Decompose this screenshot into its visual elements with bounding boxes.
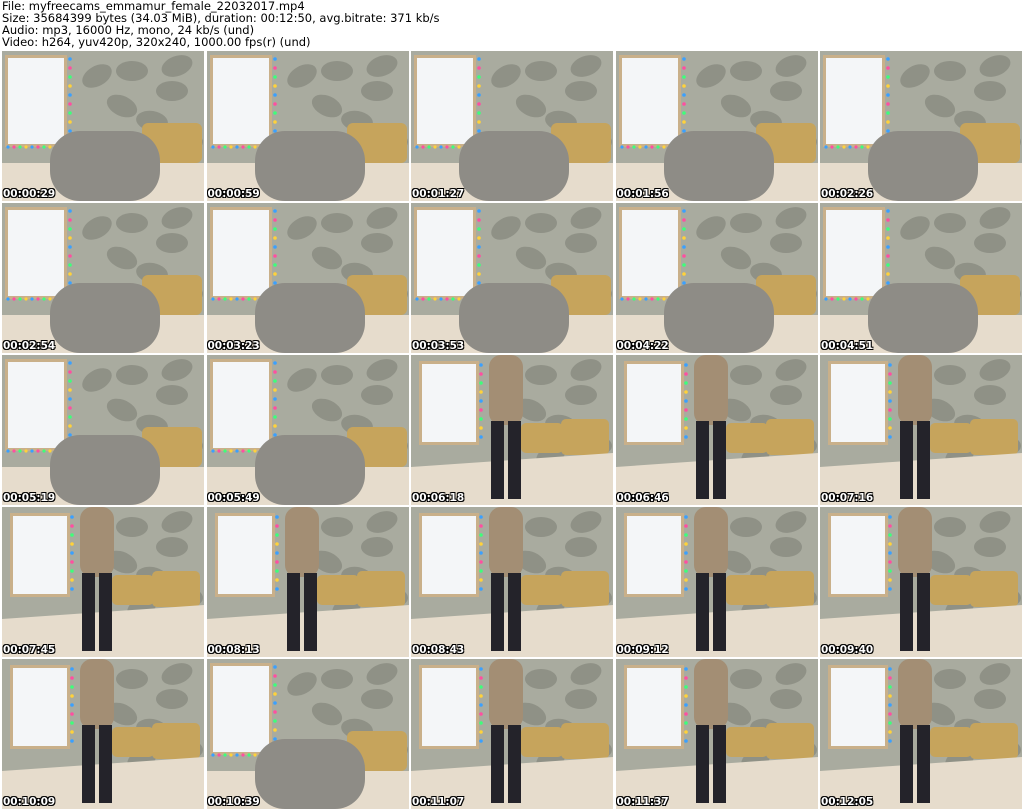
thumbnail-timestamp: 00:03:23 <box>207 340 260 352</box>
thumbnail-scene <box>411 51 613 201</box>
thumbnail-scene <box>820 659 1022 809</box>
thumbnail-scene <box>820 507 1022 657</box>
thumbnail-timestamp: 00:01:27 <box>412 188 465 200</box>
video-thumbnail: 00:10:09 <box>2 659 204 809</box>
video-thumbnail: 00:08:43 <box>411 507 613 657</box>
video-thumbnail: 00:07:45 <box>2 507 204 657</box>
thumbnail-scene <box>615 659 818 809</box>
video-thumbnail: 00:11:07 <box>411 659 613 809</box>
video-thumbnail: 00:09:12 <box>615 507 818 657</box>
video-thumbnail: 00:07:16 <box>820 355 1022 505</box>
thumbnail-timestamp: 00:00:29 <box>3 188 56 200</box>
thumbnail-timestamp: 00:07:45 <box>3 644 56 656</box>
video-thumbnail: 00:06:18 <box>411 355 613 505</box>
thumbnail-timestamp: 00:05:19 <box>3 492 56 504</box>
video-thumbnail: 00:05:19 <box>2 355 204 505</box>
thumbnail-scene <box>411 203 613 353</box>
thumbnail-timestamp: 00:08:43 <box>412 644 465 656</box>
thumbnail-timestamp: 00:10:39 <box>207 796 260 808</box>
video-thumbnail: 00:08:13 <box>206 507 409 657</box>
thumbnail-scene <box>615 355 818 505</box>
thumbnail-scene <box>2 203 204 353</box>
video-info-line: Video: h264, yuv420p, 320x240, 1000.00 f… <box>2 35 311 49</box>
video-thumbnail: 00:05:49 <box>206 355 409 505</box>
video-thumbnail: 00:03:23 <box>206 203 409 353</box>
video-thumbnail: 00:02:54 <box>2 203 204 353</box>
video-thumbnail: 00:00:59 <box>206 51 409 201</box>
thumbnail-timestamp: 00:03:53 <box>412 340 465 352</box>
thumbnail-scene <box>206 355 409 505</box>
thumbnail-scene <box>411 507 613 657</box>
video-thumbnail: 00:00:29 <box>2 51 204 201</box>
thumbnail-timestamp: 00:09:12 <box>616 644 669 656</box>
file-info-header: File: myfreecams_emmamur_female_22032017… <box>2 0 440 48</box>
video-thumbnail: 00:10:39 <box>206 659 409 809</box>
thumbnail-timestamp: 00:04:22 <box>616 340 669 352</box>
thumbnail-scene <box>615 507 818 657</box>
thumbnail-timestamp: 00:07:16 <box>821 492 874 504</box>
thumbnail-timestamp: 00:04:51 <box>821 340 874 352</box>
thumbnail-scene <box>411 355 613 505</box>
thumbnail-scene <box>2 507 204 657</box>
thumbnail-timestamp: 00:02:54 <box>3 340 56 352</box>
thumbnail-timestamp: 00:09:40 <box>821 644 874 656</box>
thumbnail-timestamp: 00:08:13 <box>207 644 260 656</box>
thumbnail-scene <box>820 203 1022 353</box>
thumbnail-timestamp: 00:05:49 <box>207 492 260 504</box>
thumbnail-scene <box>2 355 204 505</box>
thumbnail-scene <box>206 51 409 201</box>
thumbnail-scene <box>615 51 818 201</box>
thumbnail-scene <box>2 659 204 809</box>
video-thumbnail: 00:01:56 <box>615 51 818 201</box>
thumbnail-timestamp: 00:01:56 <box>616 188 669 200</box>
thumbnail-scene <box>206 203 409 353</box>
video-thumbnail: 00:02:26 <box>820 51 1022 201</box>
thumbnail-scene <box>206 507 409 657</box>
thumbnail-scene <box>820 51 1022 201</box>
thumbnail-timestamp: 00:12:05 <box>821 796 874 808</box>
video-thumbnail: 00:11:37 <box>615 659 818 809</box>
thumbnail-timestamp: 00:06:18 <box>412 492 465 504</box>
thumbnail-scene <box>2 51 204 201</box>
video-thumbnail: 00:03:53 <box>411 203 613 353</box>
thumbnail-timestamp: 00:02:26 <box>821 188 874 200</box>
video-thumbnail: 00:04:51 <box>820 203 1022 353</box>
video-thumbnail: 00:12:05 <box>820 659 1022 809</box>
video-thumbnail: 00:01:27 <box>411 51 613 201</box>
thumbnail-timestamp: 00:11:07 <box>412 796 465 808</box>
thumbnail-timestamp: 00:10:09 <box>3 796 56 808</box>
thumbnail-timestamp: 00:00:59 <box>207 188 260 200</box>
video-thumbnail: 00:09:40 <box>820 507 1022 657</box>
thumbnail-scene <box>206 659 409 809</box>
thumbnail-timestamp: 00:11:37 <box>616 796 669 808</box>
thumbnail-scene <box>615 203 818 353</box>
thumbnail-scene <box>820 355 1022 505</box>
thumbnail-grid: 00:00:29 00:00:59 00:01:27 00:01:56 00:02:26… <box>2 51 1022 809</box>
thumbnail-scene <box>411 659 613 809</box>
thumbnail-timestamp: 00:06:46 <box>616 492 669 504</box>
video-thumbnail: 00:04:22 <box>615 203 818 353</box>
video-thumbnail: 00:06:46 <box>615 355 818 505</box>
